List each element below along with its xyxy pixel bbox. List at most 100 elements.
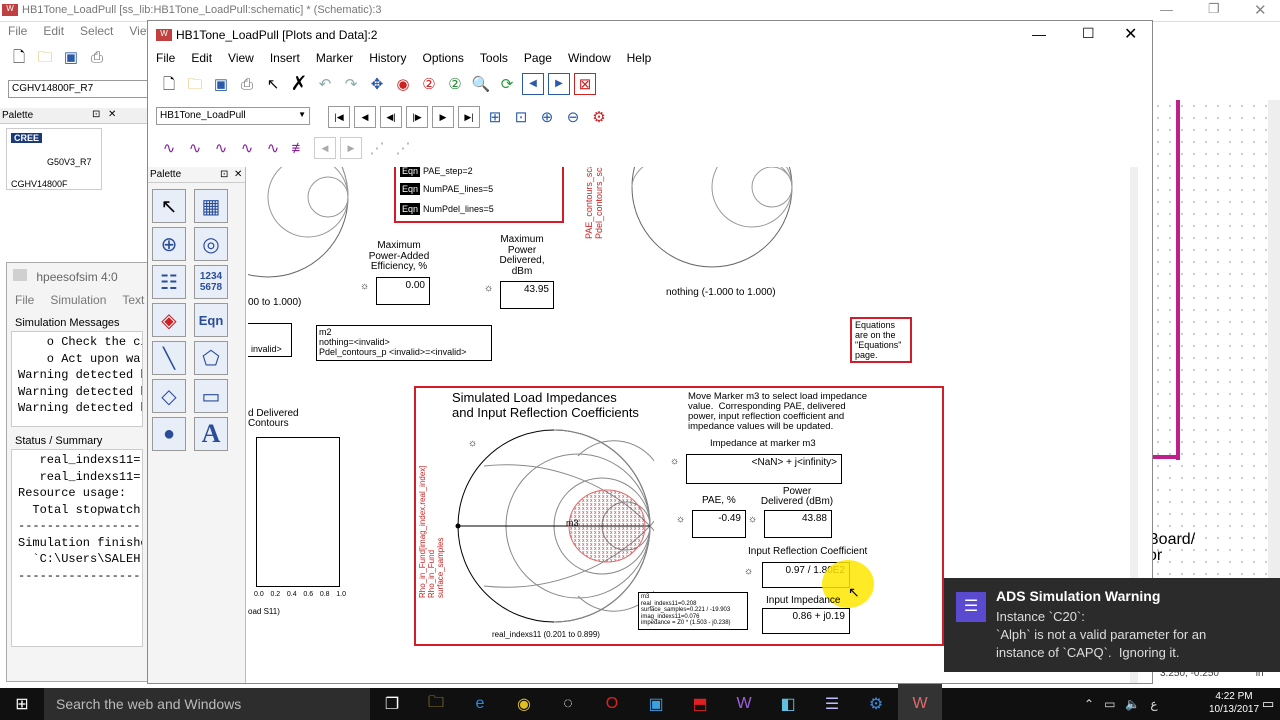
save-icon[interactable]: ▣	[60, 46, 82, 68]
trace-icon-5[interactable]: ∿	[262, 137, 284, 159]
minimize-button[interactable]: —	[1160, 2, 1173, 17]
trace-next-icon[interactable]: ▶	[340, 137, 362, 159]
zoom-out-icon[interactable]: ⊖	[562, 106, 584, 128]
palette-polyline-icon[interactable]: ⬠	[194, 341, 228, 375]
pdel-plot[interactable]	[256, 437, 340, 587]
dd-maximize-button[interactable]: ☐	[1082, 25, 1095, 42]
ads-taskbar-icon[interactable]: W	[722, 684, 766, 720]
smith-chart-2[interactable]	[616, 167, 816, 277]
taskbar-search[interactable]: Search the web and Windows	[44, 688, 370, 720]
sim-menu-file[interactable]: File	[15, 293, 34, 307]
select-arrow-icon[interactable]: ↖	[262, 73, 284, 95]
palette-close-icon[interactable]: ✕	[234, 169, 242, 180]
clock[interactable]: 4:22 PM 10/13/2017	[1208, 690, 1260, 716]
task-view-icon[interactable]: ❐	[370, 684, 414, 720]
schematic-menu-select[interactable]: Select	[80, 24, 113, 38]
notes-icon[interactable]: ◧	[766, 684, 810, 720]
palette-pin-icon[interactable]: ⊡	[92, 109, 100, 120]
zoom-window-icon[interactable]: ⊡	[510, 106, 532, 128]
dd-menu-insert[interactable]: Insert	[270, 51, 300, 65]
palette-rect-plot-icon[interactable]: ▦	[194, 189, 228, 223]
dd-menu-tools[interactable]: Tools	[480, 51, 508, 65]
smith-chart-3[interactable]: x	[454, 426, 654, 626]
dd-menu-marker[interactable]: Marker	[316, 51, 353, 65]
sim-menu-simulation[interactable]: Simulation	[50, 293, 106, 307]
palette-pin-icon[interactable]: ⊡	[220, 169, 228, 180]
smith-chart-1[interactable]	[248, 167, 358, 297]
play-forward-icon[interactable]: |▶	[406, 106, 428, 128]
marker-delete-icon[interactable]: ②	[418, 73, 440, 95]
plot-options-icon[interactable]: ⚙	[588, 106, 610, 128]
marker-new-icon[interactable]: ◉	[392, 73, 414, 95]
palette-select-icon[interactable]: ↖	[152, 189, 186, 223]
cree-part[interactable]: CREE G50V3_R7 CGHV14800F	[6, 128, 102, 190]
palette-eqn-icon[interactable]: Eqn	[194, 303, 228, 337]
notification-center-icon[interactable]: ▭	[1262, 696, 1274, 712]
move-icon[interactable]: ✥	[366, 73, 388, 95]
dd-menu-page[interactable]: Page	[524, 51, 552, 65]
zoom-icon[interactable]: 🔍	[470, 73, 492, 95]
iimp-value[interactable]: 0.86 + j0.19	[762, 608, 850, 634]
palette-polar-icon[interactable]: ⊕	[152, 227, 186, 261]
schematic-menu-file[interactable]: File	[8, 24, 27, 38]
open-icon[interactable]: 🗀	[184, 73, 206, 95]
dd-menu-window[interactable]: Window	[568, 51, 611, 65]
media-icon[interactable]: ◌	[546, 684, 590, 720]
step-back-icon[interactable]: ◀	[354, 106, 376, 128]
trace-icon-1[interactable]: ∿	[158, 137, 180, 159]
step-forward-icon[interactable]: ▶	[432, 106, 454, 128]
refresh-icon[interactable]: ⟳	[496, 73, 518, 95]
edge-icon[interactable]: e	[458, 684, 502, 720]
trace-icon-7[interactable]: ⋰	[366, 137, 388, 159]
marker-m3-label[interactable]: m3	[566, 518, 579, 528]
trace-icon-4[interactable]: ∿	[236, 137, 258, 159]
palette-close-icon[interactable]: ✕	[108, 109, 116, 120]
maximize-button[interactable]: ❐	[1208, 1, 1220, 17]
language-indicator[interactable]: ع	[1150, 697, 1157, 711]
m2-marker-box[interactable]: m2 nothing=<invalid> Pdel_contours_p <in…	[316, 325, 492, 361]
sim-menu-text[interactable]: Text	[122, 293, 144, 307]
dd-menu-options[interactable]: Options	[423, 51, 464, 65]
redo-icon[interactable]: ↷	[340, 73, 362, 95]
print-icon[interactable]: ⎙	[86, 46, 108, 68]
tray-up-icon[interactable]: ⌃	[1084, 697, 1094, 711]
save-icon[interactable]: ▣	[210, 73, 232, 95]
equations-note[interactable]: Equations are on the "Equations" page.	[850, 317, 912, 363]
trace-prev-icon[interactable]: ◀	[314, 137, 336, 159]
imp-marker-value[interactable]: <NaN> + j<infinity>	[686, 454, 842, 484]
settings-icon[interactable]: ☼	[744, 566, 753, 577]
dd-close-button[interactable]: ✕	[1124, 24, 1137, 44]
new-icon[interactable]: 🗋	[8, 46, 30, 68]
m3-marker-box[interactable]: m3 real_indexs11=0.208 surface_samples=0…	[638, 592, 748, 630]
acrobat-icon[interactable]: ⬒	[678, 684, 722, 720]
dd-menu-file[interactable]: File	[156, 51, 175, 65]
network-icon[interactable]: ▭	[1104, 697, 1115, 711]
close-button[interactable]: ✕	[1254, 1, 1267, 19]
volume-icon[interactable]: 🔈	[1125, 697, 1140, 711]
palette-polygon-icon[interactable]: ◇	[152, 379, 186, 413]
pdel-value[interactable]: 43.88	[764, 510, 832, 538]
dd-menu-history[interactable]: History	[369, 51, 406, 65]
settings-icon[interactable]: ☼	[670, 456, 679, 467]
trace-icon-3[interactable]: ∿	[210, 137, 232, 159]
ads-active-icon[interactable]: W	[898, 684, 942, 720]
play-back-icon[interactable]: ◀|	[380, 106, 402, 128]
dd-menu-edit[interactable]: Edit	[191, 51, 212, 65]
invalid-box[interactable]: invalid>	[248, 323, 292, 357]
start-button[interactable]: ⊞	[0, 688, 44, 720]
palette-ellipse-icon[interactable]: ●	[152, 417, 186, 451]
equations-box[interactable]: Eqn PAE_step=2 Eqn NumPAE_lines=5 Eqn NumPd…	[394, 167, 564, 223]
dd-menu-help[interactable]: Help	[627, 51, 652, 65]
schematic-scrollbar[interactable]	[1268, 100, 1280, 660]
print-icon[interactable]: ⎙	[236, 73, 258, 95]
zoom-in-icon[interactable]: ⊕	[536, 106, 558, 128]
app-icon[interactable]: ▣	[634, 684, 678, 720]
palette-rectangle-icon[interactable]: ▭	[194, 379, 228, 413]
settings-icon[interactable]: ☼	[748, 514, 757, 525]
pae-value[interactable]: -0.49	[692, 510, 746, 538]
prev-page-icon[interactable]: ◀	[522, 73, 544, 95]
trace-icon-8[interactable]: ⋰	[392, 137, 414, 159]
component-field[interactable]: CGHV14800F_R7	[8, 80, 148, 98]
trace-icon-2[interactable]: ∿	[184, 137, 206, 159]
trace-icon-6[interactable]: ≢	[288, 137, 310, 159]
